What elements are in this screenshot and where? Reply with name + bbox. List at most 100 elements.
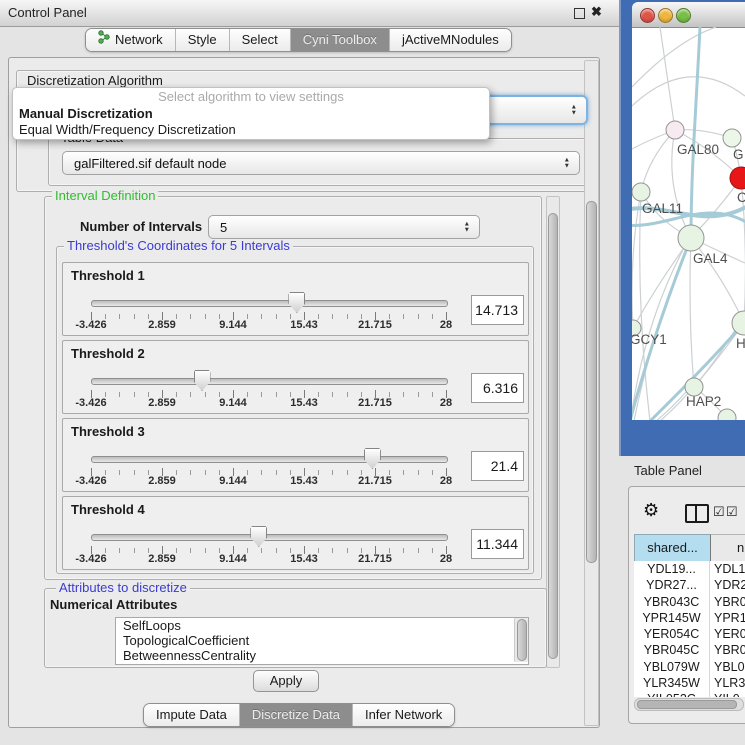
zoom-traffic-light-icon[interactable]: [676, 8, 691, 23]
attribute-item[interactable]: BetweennessCentrality: [116, 648, 528, 663]
attributes-list-scrollbar[interactable]: [514, 618, 528, 662]
threshold-panel: Threshold 3-3.4262.8599.14415.4321.71528…: [62, 418, 529, 492]
slider-tick: [276, 314, 277, 319]
combo-arrows-icon: ▲▼: [564, 158, 570, 169]
slider-handle[interactable]: [194, 370, 211, 391]
table-row[interactable]: YER054CYER0: [634, 626, 745, 642]
tick-label: -3.426: [75, 397, 106, 409]
network-window-titlebar[interactable]: [632, 2, 745, 28]
slider-tick: [403, 392, 404, 397]
popup-item-manual-discretization[interactable]: Manual Discretization: [13, 106, 489, 122]
settings-scrollbar[interactable]: [546, 196, 560, 668]
apply-button[interactable]: Apply: [253, 670, 319, 692]
threshold-value-field[interactable]: 21.4: [471, 451, 524, 481]
tick-label: 28: [440, 319, 452, 331]
table-row[interactable]: YBL079WYBL0: [634, 659, 745, 675]
close-icon[interactable]: ✖: [591, 4, 602, 20]
minimize-traffic-light-icon[interactable]: [658, 8, 673, 23]
slider-tick: [418, 548, 419, 553]
slider-tick: [205, 314, 206, 319]
slider-tick: [318, 548, 319, 553]
tab-impute-data[interactable]: Impute Data: [144, 704, 240, 726]
slider-tick: [205, 470, 206, 475]
network-node-gal11[interactable]: [632, 183, 650, 201]
gear-icon[interactable]: ⚙: [643, 500, 659, 521]
cell-shared-name: YLR345W: [634, 675, 709, 691]
threshold-value-field[interactable]: 11.344: [471, 529, 524, 559]
table-row[interactable]: YPR145WYPR1: [634, 610, 745, 626]
slider-track[interactable]: [91, 300, 448, 307]
number-of-intervals-spinner[interactable]: 5 ▲▼: [208, 215, 480, 239]
table-row[interactable]: YBR043CYBR0: [634, 594, 745, 610]
threshold-value-field[interactable]: 6.316: [471, 373, 524, 403]
tab-discretize-data[interactable]: Discretize Data: [240, 704, 353, 726]
slider-tick: [119, 470, 120, 475]
slider-track[interactable]: [91, 456, 448, 463]
tick-label: 2.859: [148, 553, 176, 565]
tab-infer-network[interactable]: Infer Network: [353, 704, 454, 726]
slider-tick: [119, 392, 120, 397]
checkbox-checked-icon[interactable]: ☑: [726, 504, 738, 520]
slider-handle[interactable]: [288, 292, 305, 313]
tab-style[interactable]: Style: [176, 29, 230, 51]
slider-track[interactable]: [91, 378, 448, 385]
tab-select[interactable]: Select: [230, 29, 291, 51]
algorithm-dropdown-popup: Select algorithm to view settings Manual…: [12, 87, 490, 140]
tick-label: 15.43: [290, 397, 318, 409]
column-header-shared[interactable]: shared...: [634, 534, 711, 562]
tick-label: 21.715: [358, 475, 392, 487]
network-node-g[interactable]: [723, 129, 741, 147]
slider-track[interactable]: [91, 534, 448, 541]
network-node-gal80[interactable]: [666, 121, 684, 139]
cyni-mode-tabs: Impute DataDiscretize DataInfer Network: [143, 703, 455, 727]
table-row[interactable]: YBR045CYBR0: [634, 642, 745, 658]
threshold-value-field[interactable]: 14.713: [471, 295, 524, 325]
slider-tick: [276, 548, 277, 553]
spinner-arrows-icon: ▲▼: [464, 222, 470, 233]
settings-scrollbar-thumb[interactable]: [548, 213, 558, 659]
close-traffic-light-icon[interactable]: [640, 8, 655, 23]
tab-cyni-toolbox[interactable]: Cyni Toolbox: [291, 29, 390, 51]
table-data-combobox[interactable]: galFiltered.sif default node ▲▼: [62, 151, 580, 175]
slider-tick: [247, 392, 248, 397]
column-divider: [709, 561, 710, 697]
split-divider: [695, 506, 697, 521]
table-row[interactable]: YLR345W YLR3: [634, 675, 745, 691]
slider-tick: [119, 314, 120, 319]
horizontal-scrollbar[interactable]: [634, 698, 744, 711]
node-label: HAP2: [686, 394, 721, 409]
cell-name: YLR3: [714, 675, 745, 691]
float-window-icon[interactable]: [574, 8, 585, 19]
attributes-scrollbar-thumb[interactable]: [517, 619, 527, 661]
node-label: GAL11: [642, 201, 683, 216]
tab-network[interactable]: Network: [86, 29, 176, 51]
attributes-listbox: SelfLoopsTopologicalCoefficientBetweenne…: [115, 617, 529, 665]
popup-item-equal-width-frequency-discretization[interactable]: Equal Width/Frequency Discretization: [13, 122, 489, 138]
panel-scrollbar[interactable]: [584, 60, 599, 726]
popup-prompt-item[interactable]: Select algorithm to view settings: [13, 88, 489, 106]
slider-handle[interactable]: [364, 448, 381, 469]
table-row[interactable]: YDL19...YDL1: [634, 561, 745, 577]
tick-label: 2.859: [148, 475, 176, 487]
slider-tick: [176, 470, 177, 475]
checkbox-checked-icon[interactable]: ☑: [713, 504, 725, 520]
attribute-item[interactable]: TopologicalCoefficient: [116, 633, 528, 648]
horizontal-scrollbar-thumb[interactable]: [637, 700, 737, 709]
column-header-name[interactable]: n: [710, 534, 745, 562]
threshold-panel: Threshold 1-3.4262.8599.14415.4321.71528…: [62, 262, 529, 336]
tab-jactivemnodules[interactable]: jActiveMNodules: [390, 29, 511, 51]
panel-scrollbar-thumb[interactable]: [586, 201, 597, 563]
slider-handle[interactable]: [250, 526, 267, 547]
network-node-gal4[interactable]: [678, 225, 704, 251]
tick-label: 9.144: [219, 397, 247, 409]
tick-label: -3.426: [75, 319, 106, 331]
split-columns-icon[interactable]: [685, 504, 709, 523]
cell-shared-name: YDL19...: [634, 561, 709, 577]
node-label: C: [737, 190, 745, 205]
network-canvas[interactable]: GAL80GCGAL11GAL4GCY1HHAP2: [632, 27, 745, 420]
attribute-item[interactable]: SelfLoops: [116, 618, 528, 633]
table-row[interactable]: YDR27...YDR2: [634, 577, 745, 593]
slider-tick: [247, 548, 248, 553]
table-row[interactable]: YIL052CYIL0: [634, 691, 745, 697]
cell-shared-name: YDR27...: [634, 577, 709, 593]
